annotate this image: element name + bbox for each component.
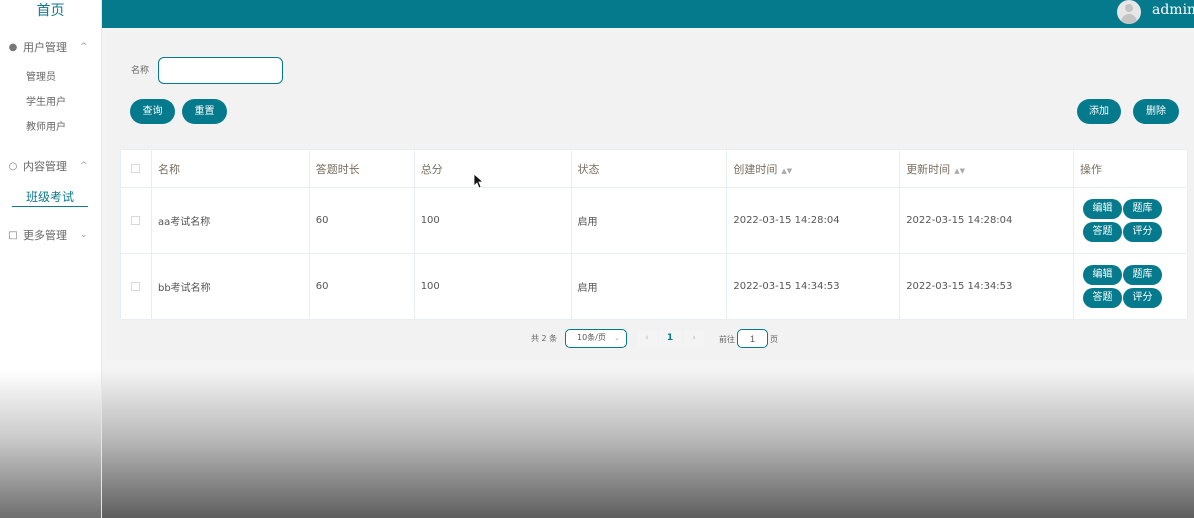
sidebar-item-label: 班级考试 <box>26 190 75 204</box>
row-checkbox[interactable] <box>131 215 141 225</box>
query-button[interactable]: 查询 <box>130 99 175 124</box>
goto-page-input[interactable] <box>737 329 768 348</box>
sidebar-home[interactable]: 首页 <box>0 0 101 26</box>
top-header: admin <box>102 0 1194 28</box>
question-bank-button[interactable]: 题库 <box>1123 264 1163 285</box>
name-input[interactable] <box>158 57 283 84</box>
sidebar-group-content[interactable]: ○ 内容管理 ^ <box>0 156 102 176</box>
name-label: 名称 <box>131 66 150 76</box>
page-size-select[interactable]: 10条/页 ⌄ <box>565 329 627 348</box>
col-header-score: 总分 <box>413 149 572 188</box>
table-row: bb考试名称 60 100 启用 2022-03-15 14:34:53 202… <box>120 253 1188 320</box>
goto-label: 前往 <box>719 335 735 344</box>
col-header-status: 状态 <box>570 149 728 188</box>
sidebar-group-label: 更多管理 <box>23 229 67 242</box>
chevron-down-icon: ⌄ <box>614 334 620 342</box>
sidebar-group-users[interactable]: ● 用户管理 ^ <box>0 37 102 57</box>
select-all-cell <box>120 149 152 188</box>
cell-duration: 60 <box>308 253 415 320</box>
sidebar-item-admins[interactable]: 管理员 <box>0 70 102 86</box>
avatar[interactable] <box>1117 0 1141 24</box>
answer-button[interactable]: 答题 <box>1083 287 1123 308</box>
col-header-updated[interactable]: 更新时间 ▲▼ <box>899 149 1075 188</box>
row-checkbox[interactable] <box>131 281 141 291</box>
cell-duration: 60 <box>308 187 415 254</box>
delete-button[interactable]: 删除 <box>1133 99 1179 124</box>
user-icon: ● <box>8 41 18 53</box>
col-header-duration: 答题时长 <box>308 149 415 188</box>
cell-actions: 编辑 题库 答题 评分 <box>1073 253 1188 320</box>
cell-score: 100 <box>413 187 572 254</box>
cell-name: bb考试名称 <box>150 253 310 320</box>
col-header-name: 名称 <box>150 149 310 188</box>
add-button[interactable]: 添加 <box>1077 99 1121 124</box>
cell-status: 启用 <box>570 253 728 320</box>
cell-created: 2022-03-15 14:28:04 <box>726 187 901 254</box>
edit-button[interactable]: 编辑 <box>1083 264 1123 285</box>
chat-icon: ○ <box>8 160 18 172</box>
sidebar-item-class-exam[interactable]: 班级考试 <box>0 189 102 207</box>
copy-icon: □ <box>8 229 18 241</box>
chevron-up-icon: ^ <box>80 42 88 52</box>
active-underline <box>12 206 88 207</box>
sidebar-group-label: 内容管理 <box>23 160 67 173</box>
next-page-button[interactable]: › <box>684 330 704 346</box>
edit-button[interactable]: 编辑 <box>1083 198 1123 219</box>
sort-icon[interactable]: ▲▼ <box>781 167 792 175</box>
cell-status: 启用 <box>570 187 728 254</box>
sidebar-item-students[interactable]: 学生用户 <box>0 95 102 111</box>
sidebar-group-label: 用户管理 <box>23 41 67 54</box>
sidebar-group-more[interactable]: □ 更多管理 ⌄ <box>0 225 102 245</box>
cell-created: 2022-03-15 14:34:53 <box>726 253 901 320</box>
grade-button[interactable]: 评分 <box>1123 287 1163 308</box>
table-row: aa考试名称 60 100 启用 2022-03-15 14:28:04 202… <box>120 187 1188 254</box>
prev-page-button[interactable]: ‹ <box>637 330 657 346</box>
select-all-checkbox[interactable] <box>131 163 141 173</box>
mouse-cursor-icon <box>473 173 483 189</box>
sidebar-item-teachers[interactable]: 教师用户 <box>0 120 102 136</box>
chevron-down-icon: ⌄ <box>80 230 88 240</box>
sidebar: 首页 ● 用户管理 ^ 管理员 学生用户 教师用户 ○ 内容管理 ^ 班级考试 … <box>0 0 102 518</box>
cell-updated: 2022-03-15 14:34:53 <box>899 253 1075 320</box>
cell-actions: 编辑 题库 答题 评分 <box>1073 187 1188 254</box>
sort-icon[interactable]: ▲▼ <box>954 167 965 175</box>
col-header-actions: 操作 <box>1073 149 1188 188</box>
question-bank-button[interactable]: 题库 <box>1123 198 1163 219</box>
answer-button[interactable]: 答题 <box>1083 221 1123 242</box>
exam-table: 名称 答题时长 总分 状态 创建时间 ▲▼ 更新时间 ▲▼ 操作 aa考试名称 60… <box>120 149 1188 320</box>
table-header-row: 名称 答题时长 总分 状态 创建时间 ▲▼ 更新时间 ▲▼ 操作 <box>120 149 1188 188</box>
pagination-total: 共 2 条 <box>531 334 558 343</box>
cell-name: aa考试名称 <box>150 187 310 254</box>
chevron-up-icon: ^ <box>80 161 88 171</box>
reset-button[interactable]: 重置 <box>182 99 227 124</box>
cell-updated: 2022-03-15 14:28:04 <box>899 187 1075 254</box>
username[interactable]: admin <box>1152 2 1194 18</box>
cell-score: 100 <box>413 253 572 320</box>
page-number-current[interactable]: 1 <box>659 330 681 346</box>
col-header-created[interactable]: 创建时间 ▲▼ <box>726 149 901 188</box>
grade-button[interactable]: 评分 <box>1123 221 1163 242</box>
page-size-value: 10条/页 <box>577 333 606 342</box>
page-suffix: 页 <box>770 335 778 344</box>
